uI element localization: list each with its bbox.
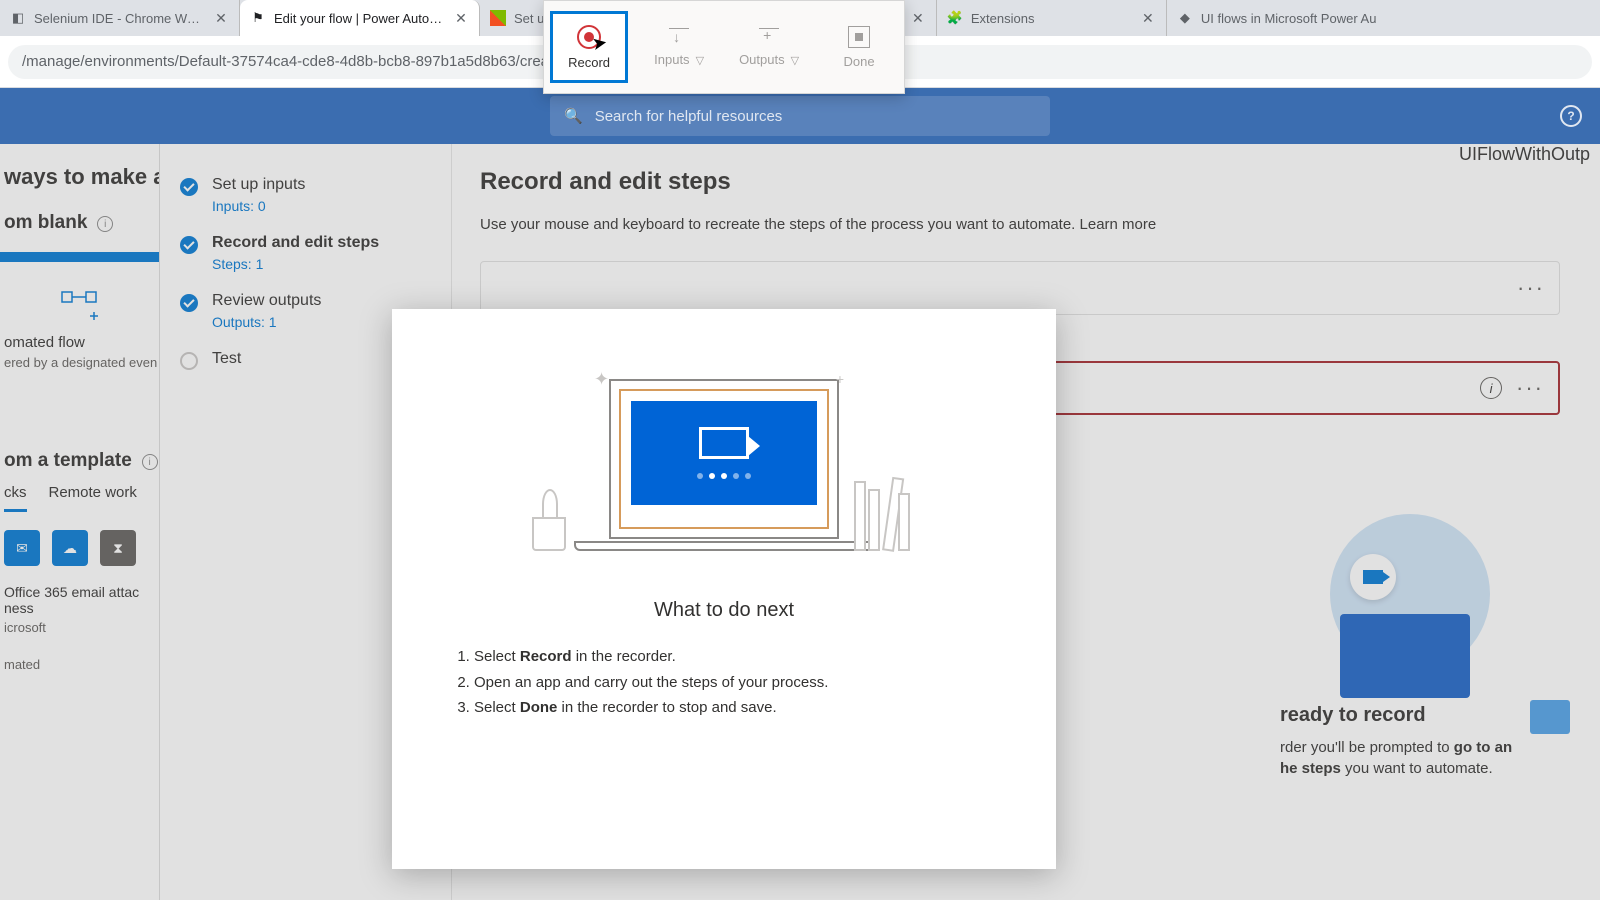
chevron-down-icon: ▽ [791,55,799,67]
close-icon[interactable]: ✕ [213,10,229,26]
outlook-icon[interactable]: ✉ [4,530,40,566]
close-icon[interactable]: ✕ [453,10,469,26]
search-input[interactable]: 🔍 Search for helpful resources [550,96,1050,136]
close-icon[interactable]: ✕ [1140,10,1156,26]
ways-heading: ways to make a fl [0,164,159,212]
camera-icon [699,427,749,459]
pa-icon: ◆ [1177,10,1193,26]
outputs-button[interactable]: Outputs▽ [730,11,808,83]
inputs-button[interactable]: Inputs▽ [640,11,718,83]
tab-extensions[interactable]: 🧩 Extensions ✕ [937,0,1167,36]
modal-step-1: Select Record in the recorder. [474,644,1006,670]
tab-remote-work[interactable]: Remote work [49,484,137,512]
app-header: 🔍 Search for helpful resources ? [0,88,1600,144]
ellipsis-icon[interactable]: ··· [1517,275,1545,301]
tab-picks[interactable]: cks [4,484,27,512]
automated-flow-title[interactable]: omated flow [0,334,159,351]
modal-steps: Select Record in the recorder. Open an a… [442,644,1006,721]
template-author: icrosoft [0,616,159,635]
flow-diagram-icon [60,288,100,324]
ellipsis-icon[interactable]: ··· [1516,375,1544,401]
what-next-modal: ✦ + What to do next Select Record in the… [392,309,1056,869]
hourglass-icon[interactable]: ⧗ [100,530,136,566]
help-icon[interactable]: ? [1560,105,1582,127]
learn-more-link[interactable]: Learn more [1080,216,1157,233]
canvas-step-1[interactable]: ··· [480,261,1560,315]
selenium-icon: ◧ [10,10,26,26]
modal-step-2: Open an app and carry out the steps of y… [474,670,1006,696]
ready-hint: ready to record rder you'll be prompted … [1280,524,1540,779]
selected-indicator [0,252,159,262]
check-icon [180,294,198,312]
check-icon [180,236,198,254]
puzzle-icon: 🧩 [947,10,963,26]
template-title2: ness [0,600,159,616]
record-button[interactable]: Record [550,11,628,83]
stop-icon [848,26,870,48]
inputs-icon [669,28,689,44]
check-icon [180,178,198,196]
flow-name: UIFlowWithOutp [1459,144,1590,165]
template-type: mated [0,635,159,672]
content-heading: Record and edit steps [480,168,1600,196]
chevron-down-icon: ▽ [696,55,704,67]
left-rail: ways to make a fl om blank i omated flow… [0,144,160,900]
template-title[interactable]: Office 365 email attac [0,566,159,600]
info-icon[interactable]: i [1480,377,1502,399]
modal-illustration: ✦ + [514,369,934,569]
ms-icon [490,10,506,26]
empty-bullet-icon [180,352,198,370]
info-icon[interactable]: i [97,216,113,232]
onedrive-icon[interactable]: ☁ [52,530,88,566]
done-button[interactable]: Done [820,11,898,83]
outputs-icon [759,28,779,44]
tab-power-automate[interactable]: ⚑ Edit your flow | Power Automate ✕ [240,0,480,36]
step-record-edit[interactable]: Record and edit steps Steps: 1 [160,224,451,282]
content-description: Use your mouse and keyboard to recreate … [480,216,1600,233]
tab-uiflows[interactable]: ◆ UI flows in Microsoft Power Au [1167,0,1387,36]
step-setup-inputs[interactable]: Set up inputs Inputs: 0 [160,166,451,224]
modal-step-3: Select Done in the recorder to stop and … [474,695,1006,721]
tab-selenium[interactable]: ◧ Selenium IDE - Chrome Web Stor ✕ [0,0,240,36]
modal-heading: What to do next [442,599,1006,622]
from-blank-heading: om blank [0,212,87,233]
info-icon[interactable]: i [142,454,158,470]
automated-flow-sub: ered by a designated even [0,351,159,370]
flow-icon: ⚑ [250,10,266,26]
close-icon[interactable]: ✕ [910,10,926,26]
search-icon: 🔍 [564,107,583,125]
from-template-heading: om a template [0,450,132,471]
